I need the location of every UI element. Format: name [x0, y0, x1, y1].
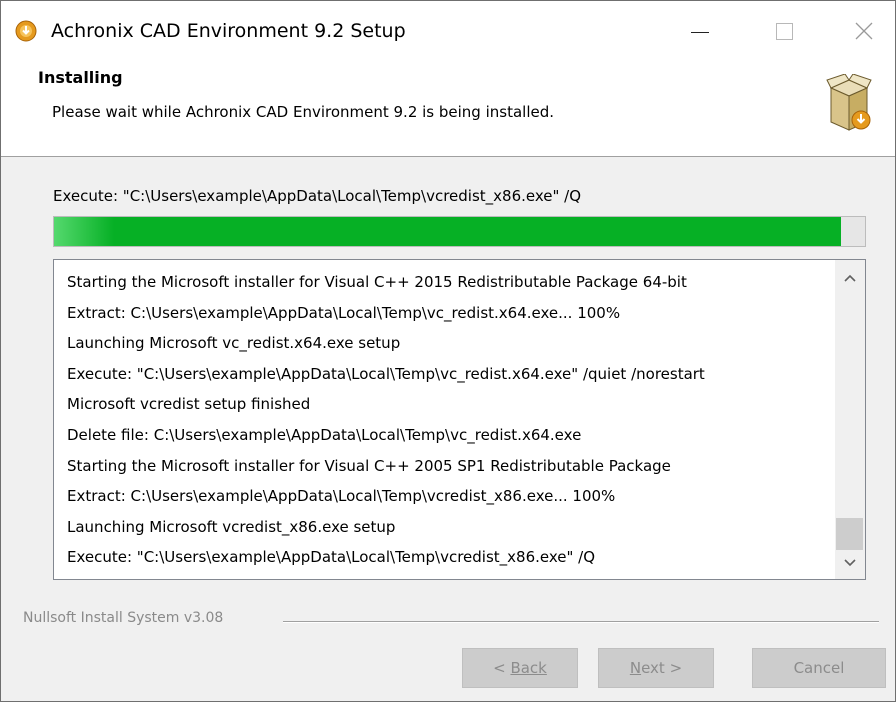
log-line: Starting the Microsoft installer for Vis… [67, 456, 671, 475]
install-progress-bar [53, 216, 866, 247]
next-label-rest: ext > [641, 659, 683, 677]
minimize-icon [691, 31, 709, 33]
close-icon [855, 22, 873, 40]
details-log[interactable]: Starting the Microsoft installer for Vis… [53, 259, 866, 580]
log-line: Execute: "C:\Users\example\AppData\Local… [67, 364, 705, 383]
installer-branding: Nullsoft Install System v3.08 [23, 610, 224, 626]
log-lines: Starting the Microsoft installer for Vis… [67, 267, 827, 573]
page-header: Installing Please wait while Achronix CA… [1, 53, 895, 157]
close-button[interactable] [839, 9, 889, 53]
chevron-down-icon [844, 559, 856, 567]
cancel-button[interactable]: Cancel [752, 648, 886, 688]
progress-fill [54, 217, 841, 246]
page-title: Installing [38, 68, 123, 87]
maximize-button[interactable] [759, 9, 809, 53]
page-subtitle: Please wait while Achronix CAD Environme… [52, 103, 555, 121]
branding-divider [283, 621, 879, 623]
window-title: Achronix CAD Environment 9.2 Setup [51, 20, 406, 42]
scroll-up-button[interactable] [835, 264, 865, 292]
log-line: Execute: "C:\Users\example\AppData\Local… [67, 548, 596, 567]
next-mnemonic: N [629, 659, 642, 677]
chevron-up-icon [844, 274, 856, 282]
log-line: Starting the Microsoft installer for Vis… [67, 273, 687, 291]
next-button[interactable]: Next > [598, 648, 714, 688]
scroll-thumb[interactable] [836, 518, 863, 550]
maximize-icon [775, 22, 793, 40]
installer-app-icon [15, 20, 37, 42]
log-line: Launching Microsoft vcredist_x86.exe set… [67, 517, 396, 536]
log-line: Microsoft vcredist setup finished [67, 395, 311, 414]
status-text: Execute: "C:\Users\example\AppData\Local… [53, 187, 582, 205]
back-prefix: < [493, 659, 511, 677]
log-scrollbar[interactable] [835, 260, 865, 579]
scroll-down-button[interactable] [835, 549, 865, 577]
setup-window: Achronix CAD Environment 9.2 Setup Insta… [0, 0, 896, 702]
minimize-button[interactable] [675, 9, 725, 53]
log-line: Launching Microsoft vc_redist.x64.exe se… [67, 334, 401, 353]
log-line: Extract: C:\Users\example\AppData\Local\… [67, 487, 616, 506]
back-button[interactable]: < Back [462, 648, 578, 688]
log-line: Delete file: C:\Users\example\AppData\Lo… [67, 425, 582, 444]
title-bar[interactable]: Achronix CAD Environment 9.2 Setup [1, 1, 895, 53]
back-label: Back [510, 659, 547, 677]
installer-box-icon [826, 74, 872, 131]
log-line: Extract: C:\Users\example\AppData\Local\… [67, 303, 621, 322]
